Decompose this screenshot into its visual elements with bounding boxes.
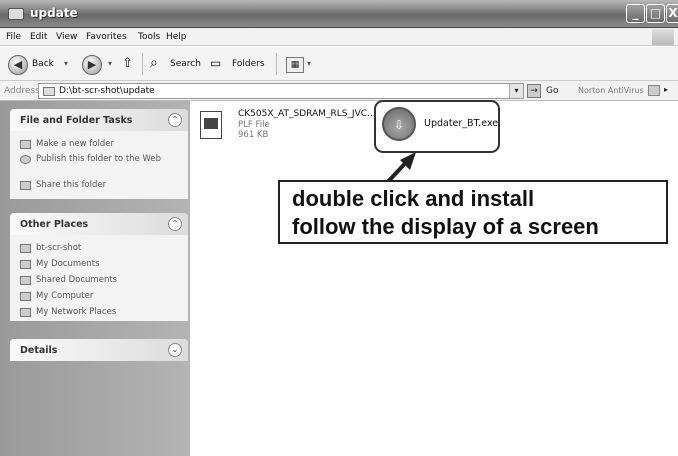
task-share-folder[interactable]: Share this folder <box>20 180 106 191</box>
other-places-panel: Other Places ⌃ bt-scr-shot My Documents … <box>10 213 188 321</box>
place-shared-documents[interactable]: Shared Documents <box>20 275 117 286</box>
search-icon[interactable]: ⌕ <box>150 55 158 71</box>
toolbar-overflow-icon[interactable]: ▸ <box>664 85 668 94</box>
task-publish-folder[interactable]: Publish this folder to the Web <box>20 154 170 165</box>
menu-help[interactable]: Help <box>166 32 187 42</box>
annotation-text-line1: double click and install <box>292 186 535 211</box>
collapse-chevron-icon[interactable]: ⌃ <box>168 113 182 127</box>
task-pane: File and Folder Tasks ⌃ Make a new folde… <box>0 101 190 456</box>
folder-icon <box>43 87 55 96</box>
back-arrow-icon[interactable]: ◀ <box>8 55 28 75</box>
file-name[interactable]: CK505X_AT_SDRAM_RLS_JVC... <box>238 109 376 119</box>
panel-header[interactable]: File and Folder Tasks ⌃ <box>10 109 188 131</box>
share-folder-icon <box>20 180 31 190</box>
place-bt-scr-shot[interactable]: bt-scr-shot <box>20 243 81 254</box>
windows-logo-icon <box>652 29 674 45</box>
search-button-label[interactable]: Search <box>170 59 201 69</box>
new-folder-icon <box>20 139 31 149</box>
file-type: PLF File <box>238 120 270 130</box>
toolbar-separator <box>276 53 277 75</box>
installer-icon[interactable]: ⇩ <box>382 107 416 141</box>
folders-button-label[interactable]: Folders <box>232 59 265 69</box>
menu-tools[interactable]: Tools <box>138 32 160 42</box>
annotation-callout: double click and install follow the disp… <box>278 180 668 244</box>
toolbar: ◀ Back ▾ ▶ ▾ ⇧ ⌕ Search ▭ Folders ▦ ▾ <box>0 47 678 81</box>
go-button-label[interactable]: Go <box>546 86 558 96</box>
menu-favorites[interactable]: Favorites <box>86 32 127 42</box>
menu-edit[interactable]: Edit <box>30 32 47 42</box>
network-icon <box>20 307 31 317</box>
collapse-chevron-icon[interactable]: ⌃ <box>168 217 182 231</box>
back-button-label[interactable]: Back <box>32 59 54 69</box>
norton-antivirus-icon[interactable] <box>648 85 660 96</box>
panel-header[interactable]: Details ⌄ <box>10 339 188 361</box>
details-panel: Details ⌄ <box>10 339 188 361</box>
minimize-button[interactable]: _ <box>626 4 645 23</box>
place-my-documents[interactable]: My Documents <box>20 259 100 270</box>
address-path[interactable]: D:\bt-scr-shot\update <box>59 86 155 96</box>
file-list <box>190 101 678 456</box>
annotation-text-line2: follow the display of a screen <box>292 214 599 239</box>
plf-file-icon[interactable] <box>200 111 222 139</box>
panel-title: Other Places <box>20 219 89 230</box>
close-button[interactable]: X <box>666 4 678 23</box>
documents-icon <box>20 259 31 269</box>
panel-header[interactable]: Other Places ⌃ <box>10 213 188 235</box>
forward-dropdown-icon[interactable]: ▾ <box>108 59 112 68</box>
address-dropdown-icon[interactable]: ▾ <box>509 84 523 98</box>
expand-chevron-icon[interactable]: ⌄ <box>168 343 182 357</box>
back-dropdown-icon[interactable]: ▾ <box>64 59 68 68</box>
address-bar: Address D:\bt-scr-shot\update ▾ → Go Nor… <box>0 81 678 101</box>
task-make-new-folder[interactable]: Make a new folder <box>20 139 114 150</box>
file-size: 961 KB <box>238 130 269 140</box>
panel-title: File and Folder Tasks <box>20 115 133 126</box>
up-folder-icon[interactable]: ⇧ <box>122 56 133 71</box>
views-dropdown-icon[interactable]: ▾ <box>307 59 311 68</box>
forward-arrow-icon[interactable]: ▶ <box>82 55 102 75</box>
maximize-button[interactable]: □ <box>646 4 665 23</box>
toolbar-separator <box>142 53 143 75</box>
views-icon[interactable]: ▦ <box>286 57 304 73</box>
place-my-computer[interactable]: My Computer <box>20 291 93 302</box>
globe-icon <box>20 154 31 164</box>
menu-file[interactable]: File <box>6 32 21 42</box>
computer-icon <box>20 291 31 301</box>
go-arrow-icon[interactable]: → <box>527 84 541 98</box>
menu-bar: File Edit View Favorites Tools Help <box>0 28 678 46</box>
window-title: update <box>30 6 78 20</box>
title-bar: update _ □ X <box>0 0 678 28</box>
file-folder-tasks-panel: File and Folder Tasks ⌃ Make a new folde… <box>10 109 188 199</box>
norton-antivirus-label[interactable]: Norton AntiVirus <box>578 86 644 95</box>
folder-icon <box>20 275 31 285</box>
folder-icon <box>8 8 24 20</box>
address-label: Address <box>4 86 40 96</box>
folders-icon[interactable]: ▭ <box>210 56 221 70</box>
folder-icon <box>20 243 31 253</box>
place-my-network-places[interactable]: My Network Places <box>20 307 116 318</box>
file-name[interactable]: Updater_BT.exe <box>424 118 498 129</box>
menu-view[interactable]: View <box>56 32 77 42</box>
address-input[interactable]: D:\bt-scr-shot\update ▾ <box>38 83 524 99</box>
panel-title: Details <box>20 345 58 356</box>
